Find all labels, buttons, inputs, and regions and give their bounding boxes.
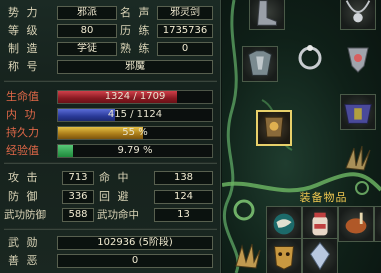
history-value: 1735736 (157, 24, 213, 38)
karma-label: 善 恶 (8, 254, 40, 267)
hp-text: 1324 / 1709 (104, 91, 166, 102)
hit-value: 138 (154, 171, 213, 185)
crystal-icon (309, 242, 331, 271)
title-label: 称 号 (8, 60, 40, 73)
character-status-panel: 势 力 邪派 名 声 邪灵剑 等 级 80 历 练 1735736 制 造 学徒… (0, 0, 221, 273)
medicine-jar-icon (312, 212, 328, 236)
necklace-icon (345, 0, 371, 23)
mp-text: 415 / 1124 (107, 109, 163, 120)
inventory-slot[interactable] (338, 206, 374, 242)
divider (4, 162, 217, 164)
title-value: 邪魔 (57, 60, 213, 74)
wuxun-label: 武 勋 (8, 236, 40, 249)
equip-slot-gauntlet[interactable] (256, 110, 292, 146)
evade-value: 124 (154, 190, 213, 204)
equip-slot-necklace[interactable] (340, 0, 376, 30)
gauntlet-icon (264, 116, 284, 138)
earth-orb-icon (273, 213, 295, 235)
martial-hit-label: 武功命中 (97, 209, 139, 221)
amulet-icon (347, 47, 369, 73)
exp-bar: 9.79 % (57, 144, 213, 158)
karma-value: 0 (57, 254, 213, 268)
skill-label: 熟 练 (120, 42, 152, 55)
equip-slot-amulet[interactable] (340, 40, 376, 76)
stamina-text: 55 % (122, 127, 148, 138)
divider (4, 228, 217, 230)
ring-icon (298, 45, 322, 70)
defense-value: 336 (62, 190, 94, 204)
golden-mask-icon (274, 246, 294, 270)
exp-label: 经验值 (6, 144, 39, 157)
level-label: 等 级 (8, 24, 40, 37)
faction-value: 邪派 (57, 6, 117, 20)
equip-slot-armor[interactable] (242, 46, 278, 82)
equipment-header: 装备物品 (299, 191, 348, 204)
equip-slot-boots[interactable] (249, 0, 285, 30)
faction-label: 势 力 (8, 6, 40, 19)
skill-value: 0 (157, 42, 213, 56)
martial-hit-value: 13 (154, 208, 213, 222)
boots-icon (257, 0, 277, 26)
mp-bar: 415 / 1124 (57, 108, 213, 122)
inventory-slot[interactable] (302, 238, 338, 273)
inventory-slot[interactable] (266, 206, 302, 242)
stamina-bar: 55 % (57, 126, 213, 140)
inventory-slot[interactable] (374, 206, 381, 242)
equip-slot-ring[interactable] (292, 40, 328, 76)
divider (4, 80, 217, 82)
equip-slot-chest[interactable] (340, 94, 376, 130)
hit-label: 命 中 (99, 171, 131, 184)
mp-label: 内 功 (6, 108, 38, 121)
defense-label: 防 御 (8, 190, 40, 203)
claw-icon (235, 243, 261, 269)
equipment-panel: 装备物品 (222, 0, 381, 273)
attack-value: 713 (62, 171, 94, 185)
hp-bar: 1324 / 1709 (57, 90, 213, 104)
martial-defense-label: 武功防御 (4, 209, 46, 221)
craft-label: 制 造 (8, 42, 40, 55)
level-value: 80 (57, 24, 117, 38)
martial-defense-value: 588 (62, 208, 94, 222)
weapon-claw-icon (345, 145, 371, 171)
chest-armor-icon (344, 103, 372, 124)
inventory-slot[interactable] (230, 238, 266, 273)
exp-text: 9.79 % (117, 145, 153, 156)
armor-icon (248, 50, 272, 76)
wuxun-value: 102936 (5阶段) (57, 236, 213, 250)
attack-label: 攻 击 (8, 171, 40, 184)
inventory-slot[interactable] (266, 238, 302, 273)
history-label: 历 练 (120, 24, 152, 37)
roasted-meat-icon (345, 212, 367, 234)
inventory-slot[interactable] (302, 206, 338, 242)
equip-slot-claw[interactable] (340, 140, 376, 176)
fame-value: 邪灵剑 (157, 6, 213, 20)
evade-label: 回 避 (99, 190, 131, 203)
flame-shard-icon (375, 207, 381, 241)
fame-label: 名 声 (120, 6, 152, 19)
craft-value: 学徒 (57, 42, 117, 56)
stamina-label: 持久力 (6, 126, 39, 139)
hp-label: 生命值 (6, 90, 39, 103)
